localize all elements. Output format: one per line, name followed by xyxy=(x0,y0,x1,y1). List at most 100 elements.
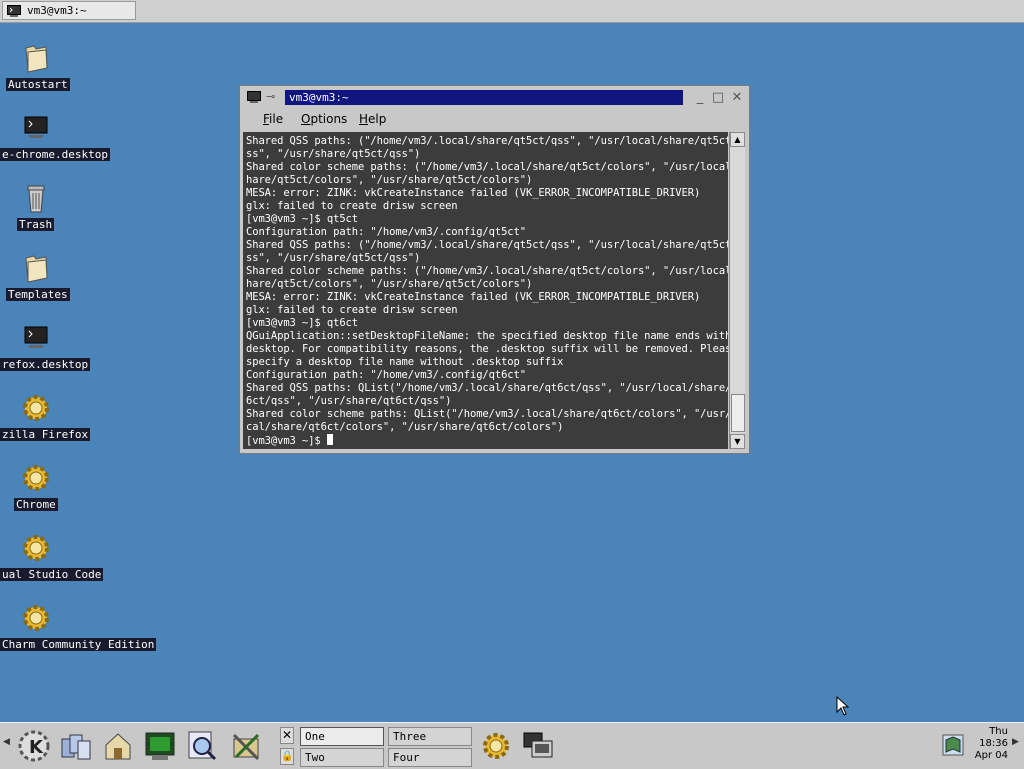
desktop-icon-label: refox.desktop xyxy=(0,358,91,371)
scroll-up-arrow-icon[interactable]: ▲ xyxy=(730,132,745,147)
terminal-icon[interactable] xyxy=(247,91,261,103)
search-icon xyxy=(188,731,217,761)
folder-icon xyxy=(25,255,48,283)
desktop-switch-one[interactable]: One xyxy=(300,727,384,746)
minimize-button[interactable]: _ xyxy=(692,90,708,105)
menu-options[interactable]: Options xyxy=(301,112,347,126)
desktop-icon-templates[interactable]: Templates xyxy=(0,252,110,312)
menu-file[interactable]: File xyxy=(263,112,283,126)
scroll-down-arrow-icon[interactable]: ▼ xyxy=(730,434,745,449)
svg-text:K: K xyxy=(29,737,44,758)
taskbar-app-button[interactable] xyxy=(478,729,514,763)
desktop-icon-firefox[interactable]: zilla Firefox xyxy=(0,392,110,452)
gear-icon xyxy=(483,733,509,759)
home-button[interactable] xyxy=(100,729,136,763)
menubar: File Options Help xyxy=(243,110,746,130)
terminal-line: Configuration path: "/home/vm3/.config/q… xyxy=(246,369,526,381)
lock-icon[interactable]: 🔒 xyxy=(280,748,294,765)
close-window-icon[interactable]: ✕ xyxy=(280,727,294,744)
top-task-title: vm3@vm3:~ xyxy=(27,4,87,17)
terminal-line: [vm3@vm3 ~]$ qt5ct xyxy=(246,213,358,225)
folder-icon xyxy=(25,45,48,73)
terminal-line: Configuration path: "/home/vm3/.config/q… xyxy=(246,226,526,238)
kde-menu-button[interactable]: K xyxy=(16,729,52,763)
terminal-file-icon xyxy=(24,326,48,348)
terminal-line: Shared QSS paths: ("/home/vm3/.local/sha… xyxy=(246,239,728,251)
window-titlebar[interactable]: ⊸ vm3@vm3:~ _ □ ✕ xyxy=(243,89,746,107)
terminal-line: desktop. For compatibility reasons, the … xyxy=(246,343,728,355)
desktop-icon-vscode[interactable]: ual Studio Code xyxy=(0,532,110,592)
gear-icon xyxy=(23,535,49,561)
desktop-switch-four[interactable]: Four xyxy=(388,748,472,767)
clock-day: Thu xyxy=(989,726,1008,737)
vertical-scrollbar[interactable]: ▲ ▼ xyxy=(729,132,745,449)
kde-menu-icon: K xyxy=(18,730,50,762)
terminal-line: ss", "/usr/share/qt5ct/qss") xyxy=(246,252,421,264)
mouse-pointer-icon xyxy=(836,696,850,716)
desktop-icon-chrome[interactable]: Chrome xyxy=(0,462,110,522)
clock-date: Apr 04 xyxy=(974,750,1008,761)
top-taskbar: vm3@vm3:~ xyxy=(0,0,1024,23)
clock-time: 18:36 xyxy=(979,738,1008,749)
terminal-launcher-button[interactable] xyxy=(142,729,178,763)
terminal-line: specify a desktop file name without .des… xyxy=(246,356,564,368)
terminal-line: MESA: error: ZINK: vkCreateInstance fail… xyxy=(246,291,701,303)
desktop-icon-label: Templates xyxy=(6,288,70,301)
desktop-icon-autostart[interactable]: Autostart xyxy=(0,42,110,102)
desktop-icon-label: Trash xyxy=(17,218,55,231)
terminal-line: Shared color scheme paths: QList("/home/… xyxy=(246,408,728,420)
windows-icon xyxy=(61,734,91,760)
desktop-icon-label: Autostart xyxy=(6,78,70,91)
desktop-icon-firefox-desktop[interactable]: refox.desktop xyxy=(0,322,110,382)
home-folder-icon xyxy=(105,733,131,760)
clock[interactable]: Thu 18:36 Apr 04 xyxy=(968,726,1008,762)
gear-icon xyxy=(23,605,49,631)
terminal-line: glx: failed to create drisw screen xyxy=(246,304,458,316)
tools-icon xyxy=(232,733,260,761)
window-title: vm3@vm3:~ xyxy=(285,90,683,105)
terminal-line: MESA: error: ZINK: vkCreateInstance fail… xyxy=(246,187,701,199)
desktop-icon-label: zilla Firefox xyxy=(0,428,91,441)
search-button[interactable] xyxy=(184,729,220,763)
pin-icon[interactable]: ⊸ xyxy=(266,90,280,104)
desktop-icon-label: Chrome xyxy=(14,498,58,511)
desktop-icon-label: e-chrome.desktop xyxy=(0,148,110,161)
terminal-line: [vm3@vm3 ~]$ qt6ct xyxy=(246,317,358,329)
desktop-icon-pycharm[interactable]: Charm Community Edition xyxy=(0,602,157,662)
trash-icon xyxy=(27,185,45,213)
desktop-icon-label: ual Studio Code xyxy=(0,568,104,581)
desktop-switch-two[interactable]: Two xyxy=(300,748,384,767)
desktop-icon-chrome-desktop[interactable]: e-chrome.desktop xyxy=(0,112,110,172)
network-tray-icon[interactable] xyxy=(942,734,964,756)
terminal-line: Shared color scheme paths: ("/home/vm3/.… xyxy=(246,161,728,173)
terminal-icon xyxy=(7,4,21,17)
terminal-line: glx: failed to create drisw screen xyxy=(246,200,458,212)
terminal-line: Shared color scheme paths: ("/home/vm3/.… xyxy=(246,265,728,277)
terminal-line: QGuiApplication::setDesktopFileName: the… xyxy=(246,330,728,342)
terminal-line: Shared QSS paths: ("/home/vm3/.local/sha… xyxy=(246,135,728,147)
top-task-button[interactable]: vm3@vm3:~ xyxy=(2,1,136,20)
tools-button[interactable] xyxy=(228,729,264,763)
taskbar-terminal-window-button[interactable] xyxy=(520,729,556,763)
terminal-prompt: [vm3@vm3 ~]$ xyxy=(246,435,327,447)
maximize-button[interactable]: □ xyxy=(710,90,726,105)
monitor-icon xyxy=(523,732,553,758)
terminal-line: hare/qt5ct/colors", "/usr/share/qt5ct/co… xyxy=(246,174,533,186)
terminal-window[interactable]: ⊸ vm3@vm3:~ _ □ ✕ File Options Help Shar… xyxy=(239,85,750,454)
terminal-line: Shared QSS paths: QList("/home/vm3/.loca… xyxy=(246,382,728,394)
taskbar-hide-arrow-icon[interactable]: ◀ xyxy=(3,737,10,747)
text-cursor xyxy=(326,434,333,445)
close-button[interactable]: ✕ xyxy=(729,90,745,105)
terminal-file-icon xyxy=(24,116,48,138)
terminal-line: cal/share/qt6ct/colors", "/usr/share/qt6… xyxy=(246,421,564,433)
bottom-taskbar: ◀ K ✕ 🔒 One Two Three Four Thu 18:36 Apr… xyxy=(0,722,1024,769)
scrollbar-thumb[interactable] xyxy=(731,394,745,432)
taskbar-right-arrow-icon[interactable]: ▶ xyxy=(1012,737,1019,747)
gear-icon xyxy=(23,465,49,491)
window-list-button[interactable] xyxy=(58,729,94,763)
desktop-icon-trash[interactable]: Trash xyxy=(0,182,110,242)
terminal-output[interactable]: Shared QSS paths: ("/home/vm3/.local/sha… xyxy=(243,132,728,449)
terminal-line: hare/qt5ct/colors", "/usr/share/qt5ct/co… xyxy=(246,278,533,290)
desktop-switch-three[interactable]: Three xyxy=(388,727,472,746)
menu-help[interactable]: Help xyxy=(359,112,386,126)
